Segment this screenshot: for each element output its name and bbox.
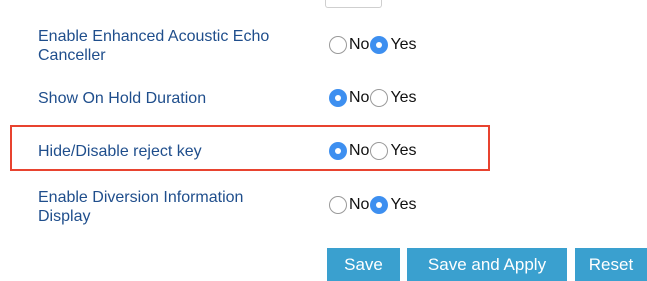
setting-label: Show On Hold Duration [38,90,207,107]
radio-yes[interactable] [370,36,389,54]
radio-group-echo-canceller: No Yes [329,35,418,55]
radio-no-label: No [349,36,370,53]
radio-yes[interactable] [370,142,389,160]
save-button[interactable]: Save [327,248,400,281]
save-and-apply-button[interactable]: Save and Apply [407,248,567,281]
radio-no[interactable] [329,142,347,160]
radio-yes-label: Yes [390,196,417,213]
setting-label: Hide/Disable reject key [38,143,202,160]
radio-yes-label: Yes [390,142,417,159]
radio-group-on-hold-duration: No Yes [329,88,418,108]
setting-row-echo-canceller: Enable Enhanced Acoustic Echo Canceller … [0,25,647,69]
radio-no-label: No [349,89,370,106]
radio-yes[interactable] [370,196,389,214]
radio-no-label: No [349,142,370,159]
reset-button[interactable]: Reset [575,248,647,281]
radio-yes-label: Yes [390,36,417,53]
radio-yes-label: Yes [390,89,417,106]
radio-no-label: No [349,196,370,213]
partial-input-field[interactable] [325,0,382,8]
setting-label: Enable Diversion Information Display [38,189,244,225]
setting-label: Enable Enhanced Acoustic Echo Canceller [38,28,270,64]
radio-group-reject-key: No Yes [329,141,418,161]
radio-no[interactable] [329,89,347,107]
setting-row-reject-key: Hide/Disable reject key No Yes [0,141,647,163]
radio-yes[interactable] [370,89,389,107]
radio-group-diversion-info: No Yes [329,195,418,215]
radio-no[interactable] [329,36,347,54]
settings-panel: Enable Enhanced Acoustic Echo Canceller … [0,0,647,281]
setting-row-on-hold-duration: Show On Hold Duration No Yes [0,88,647,110]
radio-no[interactable] [329,196,347,214]
setting-row-diversion-info: Enable Diversion Information Display No … [0,187,647,231]
